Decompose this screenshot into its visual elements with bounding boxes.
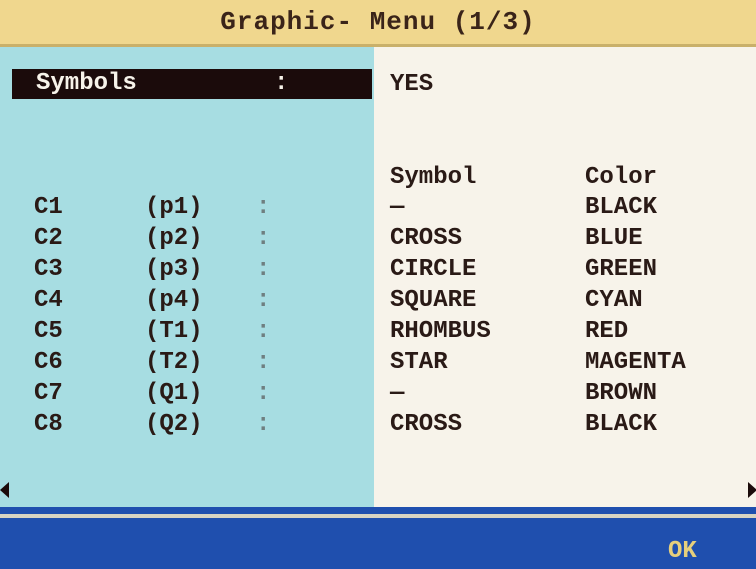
- channel-row[interactable]: C1 (p1) : — BLACK: [0, 193, 756, 223]
- row-colon: :: [256, 411, 271, 438]
- arrow-left-icon[interactable]: [0, 482, 9, 498]
- channel-label: C7: [34, 380, 63, 407]
- row-colon: :: [256, 194, 271, 221]
- channel-param: (p1): [145, 194, 203, 221]
- channel-symbol[interactable]: STAR: [390, 348, 448, 378]
- channel-symbol[interactable]: RHOMBUS: [390, 317, 491, 347]
- row-colon: :: [256, 318, 271, 345]
- channel-row[interactable]: C4 (p4) : SQUARE CYAN: [0, 286, 756, 316]
- channel-symbol[interactable]: —: [390, 379, 404, 409]
- row-colon: :: [256, 287, 271, 314]
- channel-param: (Q1): [145, 380, 203, 407]
- channel-color[interactable]: CYAN: [585, 286, 643, 316]
- row-colon: :: [256, 380, 271, 407]
- channel-label: C8: [34, 411, 63, 438]
- symbols-setting[interactable]: Symbols :: [12, 69, 372, 99]
- row-colon: :: [256, 349, 271, 376]
- channel-row[interactable]: C5 (T1) : RHOMBUS RED: [0, 317, 756, 347]
- row-colon: :: [256, 225, 271, 252]
- channel-row[interactable]: C2 (p2) : CROSS BLUE: [0, 224, 756, 254]
- channel-symbol[interactable]: CIRCLE: [390, 255, 476, 285]
- footer-divider: [0, 514, 756, 518]
- channel-label: C3: [34, 256, 63, 283]
- channel-label: C5: [34, 318, 63, 345]
- channel-symbol[interactable]: CROSS: [390, 224, 462, 254]
- channel-param: (T2): [145, 349, 203, 376]
- channel-symbol[interactable]: CROSS: [390, 410, 462, 440]
- symbols-value[interactable]: YES: [390, 70, 433, 100]
- symbols-label: Symbols: [36, 70, 137, 97]
- channel-color[interactable]: RED: [585, 317, 628, 347]
- channel-param: (Q2): [145, 411, 203, 438]
- channel-label: C2: [34, 225, 63, 252]
- channel-label: C6: [34, 349, 63, 376]
- channel-row[interactable]: C3 (p3) : CIRCLE GREEN: [0, 255, 756, 285]
- channel-row[interactable]: C7 (Q1) : — BROWN: [0, 379, 756, 409]
- channel-param: (p4): [145, 287, 203, 314]
- channel-param: (p2): [145, 225, 203, 252]
- color-column-header: Color: [585, 164, 658, 191]
- menu-title: Graphic- Menu (1/3): [220, 7, 536, 37]
- symbol-column-header: Symbol: [390, 164, 477, 191]
- channel-color[interactable]: BLACK: [585, 193, 657, 223]
- channel-symbol[interactable]: SQUARE: [390, 286, 476, 316]
- channel-color[interactable]: MAGENTA: [585, 348, 686, 378]
- channel-row[interactable]: C8 (Q2) : CROSS BLACK: [0, 410, 756, 440]
- channel-param: (T1): [145, 318, 203, 345]
- ok-button[interactable]: OK: [668, 538, 697, 566]
- channel-label: C4: [34, 287, 63, 314]
- channel-row[interactable]: C6 (T2) : STAR MAGENTA: [0, 348, 756, 378]
- channel-color[interactable]: BLUE: [585, 224, 643, 254]
- channel-symbol[interactable]: —: [390, 193, 404, 223]
- channel-color[interactable]: GREEN: [585, 255, 657, 285]
- channel-label: C1: [34, 194, 63, 221]
- symbols-colon: :: [274, 70, 289, 97]
- title-bar: Graphic- Menu (1/3): [0, 0, 756, 47]
- row-colon: :: [256, 256, 271, 283]
- channel-param: (p3): [145, 256, 203, 283]
- arrow-right-icon[interactable]: [748, 482, 756, 498]
- channel-color[interactable]: BROWN: [585, 379, 657, 409]
- channel-color[interactable]: BLACK: [585, 410, 657, 440]
